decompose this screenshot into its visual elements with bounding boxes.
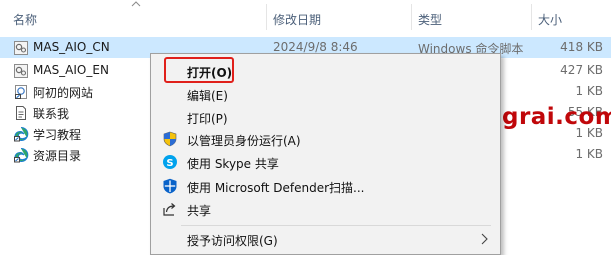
sort-ascending-icon[interactable] xyxy=(131,0,141,8)
menu-item-give-access[interactable]: 授予访问权限(G) xyxy=(151,228,498,250)
column-type-header[interactable]: 类型 xyxy=(418,11,442,28)
file-date: 2024/9/8 8:46 xyxy=(273,40,358,54)
uac-shield-icon xyxy=(163,131,177,147)
script-file-icon xyxy=(14,41,28,55)
file-name: MAS_AIO_EN xyxy=(33,63,109,77)
file-size: 427 KB xyxy=(560,63,603,77)
menu-item-label: 编辑(E) xyxy=(187,89,228,103)
column-date-header[interactable]: 修改日期 xyxy=(273,11,321,28)
script-file-icon xyxy=(14,64,28,78)
context-menu: 打开(O) 编辑(E) 打印(P) 以管理员身份运行(A) S 使用 Skype… xyxy=(150,53,501,255)
column-size-header[interactable]: 大小 xyxy=(538,11,562,28)
file-size: 1 KB xyxy=(575,147,603,161)
menu-item-skype-share[interactable]: S 使用 Skype 共享 xyxy=(151,151,498,173)
file-name: MAS_AIO_CN xyxy=(33,40,110,54)
file-name: 阿初的网站 xyxy=(33,86,94,100)
share-icon xyxy=(163,203,176,216)
svg-text:S: S xyxy=(166,158,173,169)
skype-icon: S xyxy=(163,155,177,169)
column-divider[interactable] xyxy=(411,4,412,30)
defender-shield-icon xyxy=(163,178,177,194)
menu-item-defender-scan[interactable]: 使用 Microsoft Defender扫描... xyxy=(151,175,498,197)
menu-item-label: 使用 Skype 共享 xyxy=(187,157,279,171)
file-name: 学习教程 xyxy=(33,128,82,142)
file-size: 1 KB xyxy=(575,84,603,98)
highlight-annotation-box xyxy=(164,57,234,83)
file-name: 资源目录 xyxy=(33,149,82,163)
column-name-header[interactable]: 名称 xyxy=(13,11,37,28)
file-name: 联系我 xyxy=(33,107,70,121)
edge-shortcut-icon xyxy=(14,126,29,142)
column-divider[interactable] xyxy=(266,4,267,30)
menu-item-label: 共享 xyxy=(187,204,212,218)
menu-item-share[interactable]: 共享 xyxy=(151,198,498,220)
menu-item-label: 打印(P) xyxy=(187,112,228,126)
menu-item-label: 授予访问权限(G) xyxy=(187,234,278,248)
menu-item-edit[interactable]: 编辑(E) xyxy=(151,83,498,105)
web-shortcut-icon xyxy=(15,85,27,99)
column-divider[interactable] xyxy=(531,4,532,30)
menu-separator xyxy=(181,225,491,226)
menu-item-label: 以管理员身份运行(A) xyxy=(187,134,301,148)
menu-item-run-as-admin[interactable]: 以管理员身份运行(A) xyxy=(151,128,498,150)
menu-item-label: 使用 Microsoft Defender扫描... xyxy=(187,181,365,195)
chevron-right-icon xyxy=(481,233,488,245)
column-header: 名称 修改日期 类型 大小 xyxy=(0,0,611,34)
edge-shortcut-icon xyxy=(14,147,29,163)
file-size: 418 KB xyxy=(560,40,603,54)
menu-item-print[interactable]: 打印(P) xyxy=(151,106,498,128)
document-icon xyxy=(16,106,26,120)
